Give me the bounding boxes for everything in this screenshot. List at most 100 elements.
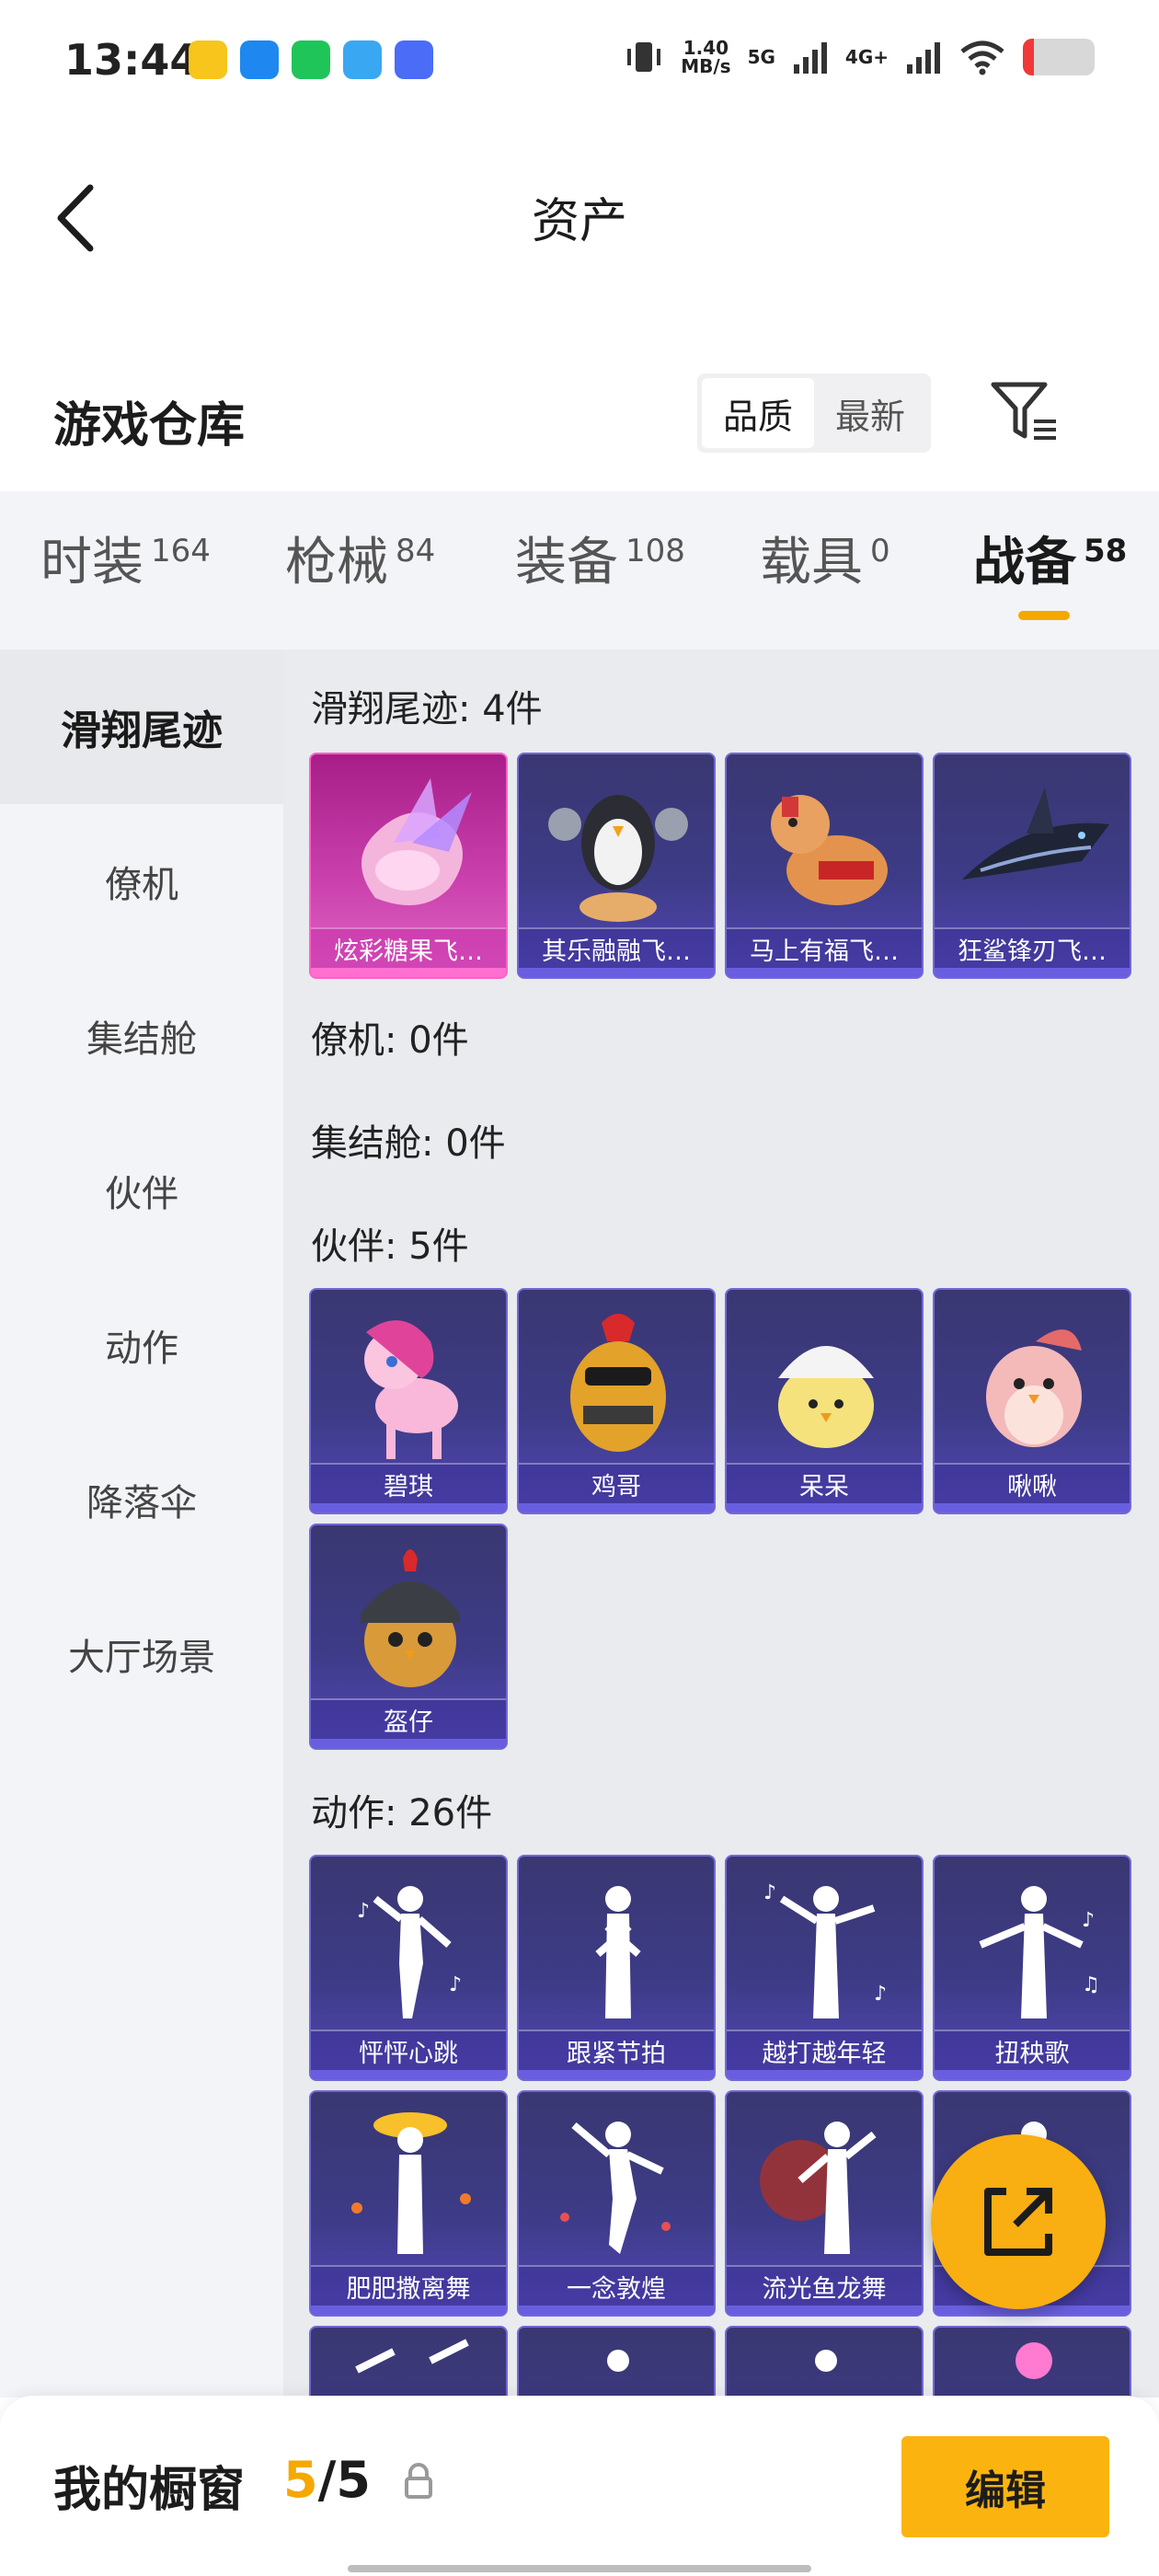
item-name: 跟紧节拍 (519, 2030, 714, 2070)
emote-figure-image: ♪♪ (763, 1881, 887, 2018)
item-card[interactable] (309, 2326, 508, 2398)
rarity-bar (519, 1503, 714, 1512)
item-card[interactable]: 盔仔 (309, 1524, 508, 1750)
sort-toggle: 品质 最新 (697, 374, 931, 453)
item-card[interactable] (725, 2326, 924, 2398)
item-card[interactable]: 炫彩糖果飞… (309, 753, 508, 979)
item-card[interactable]: 啾啾 (933, 1288, 1131, 1514)
signal-5g-icon (793, 42, 827, 74)
page-title: 资产 (531, 194, 627, 249)
emote-figure-image: ♪♫ (979, 1886, 1100, 2018)
tab-label: 枪械 (285, 533, 388, 592)
horse-glider-trail-image (771, 795, 888, 905)
item-card[interactable]: 呆呆 (725, 1288, 924, 1514)
group-heading-buddy: 伙伴: 5件 (311, 1225, 469, 1268)
emote-figure-image (815, 2350, 837, 2372)
tab-battle-prep[interactable]: 战备 58 (973, 535, 1127, 591)
item-name: 肥肥撒离舞 (311, 2265, 506, 2306)
rarity-bar (519, 2306, 714, 2315)
candy-glider-trail-image (361, 778, 472, 905)
rarity-bar (935, 1503, 1130, 1512)
emote-figure-image (1016, 2342, 1052, 2379)
tab-fashion[interactable]: 时装 164 (40, 535, 211, 591)
item-name: 其乐融融飞… (519, 927, 714, 968)
share-icon (984, 2188, 1052, 2256)
rarity-bar (311, 2070, 506, 2079)
status-bar: 13:44 1.40 MB/s 5G 4G+ (0, 0, 1159, 120)
status-indicators: 1.40 MB/s 5G 4G+ (624, 37, 1095, 77)
item-name: 马上有福飞… (727, 927, 922, 968)
filter-icon[interactable] (990, 379, 1060, 445)
item-card[interactable]: 一念敦煌 (517, 2090, 716, 2317)
sidebar-item-trail[interactable]: 滑翔尾迹 (0, 650, 283, 804)
tab-label: 时装 (40, 533, 143, 592)
item-card[interactable]: ♪ ♪ 越打越年轻 (725, 1855, 924, 2081)
penguin-glider-trail-image (548, 795, 688, 922)
sidebar-item-lobby-scene[interactable]: 大厅场景 (0, 1577, 283, 1731)
shark-glider-trail-image (962, 788, 1109, 880)
rarity-bar (727, 2306, 922, 2315)
svg-text:♪: ♪ (874, 1983, 887, 2006)
sidebar-item-buddy[interactable]: 伙伴 (0, 1113, 283, 1268)
sort-quality-button[interactable]: 品质 (702, 378, 814, 448)
group-heading-trail: 滑翔尾迹: 4件 (311, 688, 543, 730)
edit-button[interactable]: 编辑 (901, 2436, 1109, 2537)
item-name: 扭秧歌 (935, 2030, 1130, 2070)
sidebar-item-wingman[interactable]: 僚机 (0, 804, 283, 959)
item-card[interactable]: 其乐融融飞… (517, 753, 716, 979)
sort-newest-button[interactable]: 最新 (814, 378, 926, 448)
wifi-icon (960, 40, 1004, 75)
signal-4g-icon (907, 42, 940, 74)
emote-figure-image (560, 2122, 671, 2254)
item-card[interactable]: 肥肥撒离舞 (309, 2090, 508, 2317)
rarity-bar (311, 968, 506, 977)
emote-figure-image: ♪♪ (357, 1886, 462, 2018)
chick-buddy-image (778, 1346, 874, 1448)
rarity-bar (311, 2306, 506, 2315)
battery-level-fill (1023, 39, 1034, 75)
svg-text:♪: ♪ (449, 1973, 462, 1996)
group-heading-wingman: 僚机: 0件 (311, 1019, 469, 1062)
rarity-bar (311, 1739, 506, 1748)
item-card[interactable]: 跟紧节拍 (517, 1855, 716, 2081)
share-button[interactable] (931, 2134, 1106, 2309)
svg-text:♪: ♪ (763, 1881, 776, 1904)
emote-figure-image (607, 2350, 629, 2372)
item-card[interactable]: ♪ ♪ 怦怦心跳 (309, 1855, 508, 2081)
wechat-notification-icon (292, 40, 330, 79)
item-card[interactable]: 马上有福飞… (725, 753, 924, 979)
item-card[interactable]: 鸡哥 (517, 1288, 716, 1514)
sidebar-item-parachute[interactable]: 降落伞 (0, 1422, 283, 1577)
tab-label: 装备 (515, 533, 618, 592)
tab-vehicles[interactable]: 载具 0 (760, 535, 890, 591)
category-tabs: 时装 164 枪械 84 装备 108 载具 0 战备 58 (0, 491, 1159, 650)
item-card[interactable] (933, 2326, 1131, 2398)
showcase-count: 5/5 (283, 2451, 371, 2509)
item-card[interactable]: 碧琪 (309, 1288, 508, 1514)
bird-buddy-image (986, 1329, 1082, 1447)
tab-weapons[interactable]: 枪械 84 (285, 535, 435, 591)
warehouse-title: 游戏仓库 (53, 398, 246, 454)
item-card[interactable] (517, 2326, 716, 2398)
showcase-bar: 我的橱窗 5/5 编辑 (0, 2396, 1159, 2576)
item-name: 怦怦心跳 (311, 2030, 506, 2070)
item-name: 鸡哥 (519, 1463, 714, 1503)
status-time: 13:44 (64, 35, 200, 85)
item-card[interactable]: 流光鱼龙舞 (725, 2090, 924, 2317)
rarity-bar (519, 968, 714, 977)
helmet-owl-buddy-image (361, 1549, 460, 1687)
item-card[interactable]: 狂鲨锋刃飞… (933, 753, 1131, 979)
browser-notification-icon (240, 40, 279, 79)
active-tab-indicator (1018, 611, 1070, 620)
store-notification-icon (343, 40, 382, 79)
network-speed-value: 1.40 (683, 37, 729, 59)
rarity-bar (727, 1503, 922, 1512)
item-card[interactable]: ♪ ♫ 扭秧歌 (933, 1855, 1131, 2081)
sidebar-item-pod[interactable]: 集结舱 (0, 959, 283, 1113)
tab-equipment[interactable]: 装备 108 (515, 535, 685, 591)
item-name: 碧琪 (311, 1463, 506, 1503)
rarity-bar (519, 2070, 714, 2079)
sidebar-item-emote[interactable]: 动作 (0, 1268, 283, 1422)
showcase-current: 5 (283, 2451, 318, 2509)
network-5g-label: 5G (747, 46, 775, 68)
